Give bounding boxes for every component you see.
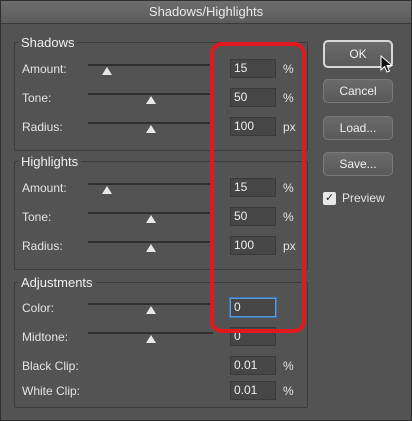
preview-label: Preview bbox=[342, 191, 385, 205]
black-clip-label: Black Clip: bbox=[22, 359, 79, 373]
shadows-radius-slider[interactable] bbox=[88, 122, 213, 124]
color-label: Color: bbox=[22, 301, 55, 315]
load-button[interactable]: Load... bbox=[323, 116, 393, 140]
slider-thumb[interactable] bbox=[145, 306, 156, 314]
shadows-tone-slider[interactable] bbox=[88, 93, 213, 95]
white-clip-field[interactable]: 0.01 bbox=[230, 381, 276, 400]
adjustments-group-title: Adjustments bbox=[18, 275, 96, 290]
shadows-amount-slider[interactable] bbox=[88, 64, 213, 66]
highlights-amount-unit: % bbox=[283, 181, 294, 195]
save-button[interactable]: Save... bbox=[323, 152, 393, 176]
shadows-tone-label: Tone: bbox=[22, 91, 52, 105]
color-slider[interactable] bbox=[88, 303, 213, 305]
highlights-radius-field[interactable]: 100 bbox=[230, 236, 276, 255]
highlights-tone-slider[interactable] bbox=[88, 212, 213, 214]
window-title: Shadows/Highlights bbox=[1, 1, 411, 24]
shadows-amount-unit: % bbox=[283, 62, 294, 76]
slider-thumb[interactable] bbox=[145, 335, 156, 343]
preview-checkbox[interactable]: ✓ bbox=[323, 192, 336, 205]
cancel-button[interactable]: Cancel bbox=[323, 79, 393, 103]
slider-thumb[interactable] bbox=[145, 125, 156, 133]
slider-thumb[interactable] bbox=[145, 244, 156, 252]
slider-thumb[interactable] bbox=[101, 67, 112, 75]
shadows-tone-field[interactable]: 50 bbox=[230, 88, 276, 107]
slider-thumb[interactable] bbox=[101, 186, 112, 194]
shadows-radius-field[interactable]: 100 bbox=[230, 117, 276, 136]
shadows-tone-unit: % bbox=[283, 91, 294, 105]
highlights-amount-slider[interactable] bbox=[88, 183, 213, 185]
midtone-label: Midtone: bbox=[22, 330, 69, 344]
highlights-tone-label: Tone: bbox=[22, 210, 52, 224]
highlights-radius-slider[interactable] bbox=[88, 241, 213, 243]
white-clip-label: White Clip: bbox=[22, 384, 81, 398]
highlights-amount-label: Amount: bbox=[22, 181, 67, 195]
highlights-tone-field[interactable]: 50 bbox=[230, 207, 276, 226]
slider-thumb[interactable] bbox=[145, 215, 156, 223]
shadows-radius-unit: px bbox=[283, 120, 296, 134]
highlights-group-title: Highlights bbox=[18, 154, 82, 169]
black-clip-field[interactable]: 0.01 bbox=[230, 356, 276, 375]
shadows-radius-label: Radius: bbox=[22, 120, 63, 134]
shadows-highlights-dialog: Shadows/Highlights Shadows Amount: 15 % … bbox=[0, 0, 412, 421]
mouse-pointer-icon bbox=[380, 55, 394, 73]
white-clip-unit: % bbox=[283, 384, 294, 398]
black-clip-unit: % bbox=[283, 359, 294, 373]
highlights-radius-label: Radius: bbox=[22, 239, 63, 253]
highlights-amount-field[interactable]: 15 bbox=[230, 178, 276, 197]
highlights-radius-unit: px bbox=[283, 239, 296, 253]
highlights-tone-unit: % bbox=[283, 210, 294, 224]
midtone-field[interactable]: 0 bbox=[230, 327, 276, 346]
shadows-amount-label: Amount: bbox=[22, 62, 67, 76]
slider-thumb[interactable] bbox=[145, 96, 156, 104]
shadows-group-title: Shadows bbox=[18, 35, 78, 50]
midtone-slider[interactable] bbox=[88, 332, 213, 334]
shadows-amount-field[interactable]: 15 bbox=[230, 59, 276, 78]
color-field[interactable]: 0 bbox=[230, 298, 276, 317]
